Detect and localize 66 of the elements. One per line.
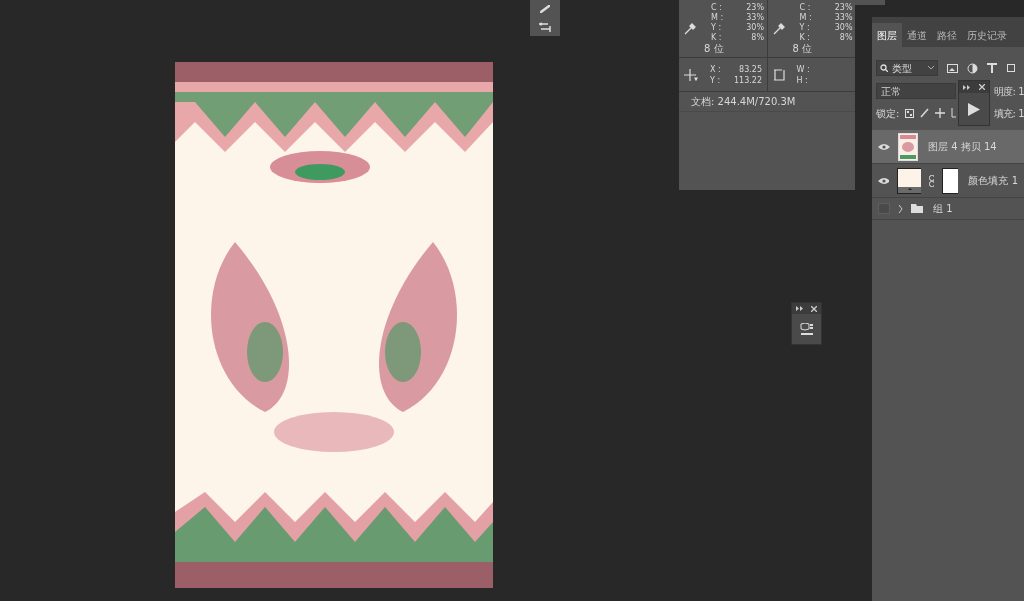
coordinate-value: 83.25 bbox=[739, 63, 762, 75]
brush-icon[interactable] bbox=[540, 4, 550, 13]
channel-value: 33% bbox=[746, 12, 764, 23]
folder-icon bbox=[911, 204, 923, 213]
filter-dropdown[interactable]: 类型 bbox=[876, 60, 938, 76]
coordinate-label: X : bbox=[710, 63, 721, 75]
blend-mode-dropdown[interactable]: 正常 bbox=[876, 83, 956, 99]
channel-value: 23% bbox=[834, 2, 853, 13]
channel-label: Y : bbox=[798, 22, 810, 33]
fill-label: 填充: 1 bbox=[993, 106, 1024, 121]
layer-row[interactable]: 颜色填充 1 bbox=[872, 164, 1024, 198]
selection-size-icon bbox=[772, 68, 785, 81]
eye-icon[interactable] bbox=[878, 142, 890, 151]
coordinate-value: 113.22 bbox=[734, 74, 762, 86]
channel-label: C : bbox=[710, 2, 722, 13]
lock-pixels-icon[interactable] bbox=[905, 108, 915, 118]
close-icon[interactable] bbox=[979, 84, 985, 90]
image-filter-icon[interactable] bbox=[947, 63, 958, 73]
caret-icon bbox=[928, 66, 934, 70]
channel-label: M : bbox=[798, 12, 812, 23]
dimension-label: W : bbox=[796, 63, 810, 75]
layer-thumbnail bbox=[898, 132, 918, 161]
channel-value: 33% bbox=[834, 12, 853, 23]
panel-tab[interactable]: 历史记录 bbox=[962, 23, 1012, 47]
channel-value: 30% bbox=[834, 22, 853, 33]
channel-label: M : bbox=[710, 12, 724, 23]
channel-label: Y : bbox=[710, 22, 722, 33]
layer-row[interactable]: 图层 4 拷贝 14 bbox=[872, 130, 1024, 164]
opacity-label: 明度: 1 bbox=[993, 84, 1024, 99]
coordinate-label: Y : bbox=[710, 74, 721, 86]
document-size-text: 文档: 244.4M/720.3M bbox=[691, 95, 796, 109]
panel-tab[interactable]: 通道 bbox=[902, 23, 932, 47]
fill-thumbnail bbox=[896, 167, 921, 194]
panel-tab[interactable]: 图层 bbox=[872, 23, 902, 47]
channel-value: 8% bbox=[839, 32, 853, 43]
adjust-icon[interactable] bbox=[538, 21, 552, 32]
bit-depth-label: 8 位 bbox=[704, 42, 725, 55]
expand-icon[interactable] bbox=[963, 84, 970, 90]
channel-label: C : bbox=[798, 2, 811, 13]
dimension-label: H : bbox=[796, 74, 809, 86]
channel-value: 30% bbox=[746, 22, 764, 33]
channel-label: K : bbox=[798, 32, 810, 43]
panel-tab[interactable]: 路径 bbox=[932, 23, 962, 47]
layer-row[interactable]: 组 1 bbox=[872, 198, 1024, 220]
layer-name: 组 1 bbox=[933, 202, 953, 216]
play-icon[interactable] bbox=[968, 102, 980, 116]
layer-name: 颜色填充 1 bbox=[968, 174, 1018, 188]
expand-icon[interactable] bbox=[796, 306, 803, 311]
close-icon[interactable] bbox=[811, 305, 817, 312]
channel-label: K : bbox=[710, 32, 722, 43]
layer-name: 图层 4 拷贝 14 bbox=[928, 140, 997, 154]
channel-value: 8% bbox=[751, 32, 764, 43]
channel-value: 23% bbox=[746, 2, 764, 13]
type-filter-icon[interactable] bbox=[987, 63, 997, 73]
search-icon bbox=[880, 64, 888, 72]
eye-icon[interactable] bbox=[878, 176, 889, 185]
brush-icon[interactable] bbox=[920, 108, 930, 118]
caret-icon[interactable] bbox=[898, 204, 903, 213]
shape-filter-icon[interactable] bbox=[1006, 63, 1016, 73]
lock-label: 锁定: bbox=[876, 106, 900, 121]
mask-thumbnail bbox=[942, 167, 959, 194]
crosshair-icon bbox=[684, 68, 698, 81]
link-icon[interactable] bbox=[928, 174, 935, 187]
adjustment-filter-icon[interactable] bbox=[967, 62, 978, 74]
bit-depth-label: 8 位 bbox=[792, 42, 814, 55]
move-icon[interactable] bbox=[935, 108, 946, 118]
